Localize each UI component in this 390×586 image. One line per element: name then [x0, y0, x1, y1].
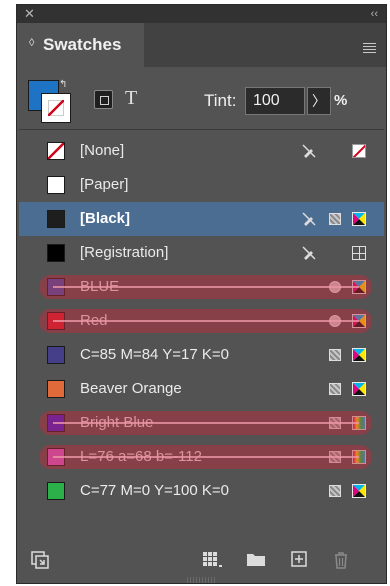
show-swatch-kinds-icon[interactable] [31, 551, 49, 574]
tab-chevron-icon: ◊ [29, 37, 35, 49]
non-editable-icon [301, 143, 317, 159]
tint-percent-label: % [334, 92, 348, 109]
swatch-row[interactable]: [Paper] [19, 168, 384, 202]
swatch-name: [Paper] [80, 176, 129, 193]
swatch-chip [47, 482, 65, 500]
spot-color-icon [327, 279, 343, 295]
swatch-name: C=77 M=0 Y=100 K=0 [80, 482, 230, 499]
cmyk-mode-icon [351, 381, 367, 397]
swatch-chip [47, 278, 65, 296]
cmyk-mode-icon [351, 347, 367, 363]
swatches-panel: ✕ ‹‹ ◊ Swatches ↰ T Tint: 100 〉 % [None]… [16, 4, 387, 584]
panel-titlebar: ✕ ‹‹ [17, 5, 386, 23]
close-icon[interactable]: ✕ [24, 6, 35, 22]
swatch-name: BLUE [80, 278, 120, 295]
lab-mode-icon [351, 449, 367, 465]
stroke-swatch[interactable] [41, 93, 71, 123]
swatch-name: Bright Blue [80, 414, 154, 431]
swatch-name: L=76 a=68 b=-112 [80, 448, 202, 465]
panel-menu-icon[interactable] [363, 43, 376, 53]
formatting-container-button[interactable] [94, 90, 113, 109]
rgb-mode-icon [351, 415, 367, 431]
swatch-row[interactable]: [Black] [19, 202, 384, 236]
swatch-chip [47, 380, 65, 398]
process-color-icon [327, 211, 343, 227]
swatch-chip [47, 414, 65, 432]
swatch-row[interactable]: [Registration] [19, 236, 384, 270]
process-color-icon [327, 415, 343, 431]
stroke-none-icon [48, 100, 64, 116]
non-editable-icon [301, 211, 317, 227]
swatch-name: [Black] [80, 210, 131, 227]
new-color-group-icon[interactable] [202, 551, 224, 574]
resize-grip[interactable] [187, 577, 217, 583]
swatch-name: Beaver Orange [80, 380, 182, 397]
swatch-chip [47, 176, 65, 194]
swatch-chip [47, 346, 65, 364]
spot-color-icon [327, 313, 343, 329]
swatch-chip [47, 448, 65, 466]
formatting-text-button[interactable]: T [125, 87, 137, 110]
cmyk-mode-icon [351, 313, 367, 329]
collapse-panel-icon[interactable]: ‹‹ [371, 6, 378, 22]
swatch-chip [47, 142, 65, 160]
swatch-name: [None] [80, 142, 125, 159]
swatch-name: [Registration] [80, 244, 169, 261]
swatch-name: Red [80, 312, 108, 329]
cmyk-mode-icon [351, 211, 367, 227]
swatch-row[interactable]: [None] [19, 134, 384, 168]
cmyk-mode-icon [351, 483, 367, 499]
swatch-row[interactable]: Beaver Orange [19, 372, 384, 406]
swatch-list: [None] [Paper] [Black] [Registration] BLUE Re… [19, 129, 384, 520]
swatch-row[interactable]: L=76 a=68 b=-112 [19, 440, 384, 474]
swatch-row[interactable]: BLUE [19, 270, 384, 304]
tab-swatches-label: Swatches [43, 35, 122, 54]
folder-icon[interactable] [246, 551, 266, 572]
process-color-icon [327, 483, 343, 499]
tint-input[interactable]: 100 [245, 87, 305, 115]
swatch-row[interactable]: Red [19, 304, 384, 338]
swatch-row[interactable]: C=85 M=84 Y=17 K=0 [19, 338, 384, 372]
swap-fill-stroke-icon[interactable]: ↰ [59, 79, 67, 90]
swatch-row[interactable]: Bright Blue [19, 406, 384, 440]
panel-tabstrip: ◊ Swatches [17, 23, 386, 67]
swatch-chip [47, 244, 65, 262]
tint-slider-button[interactable]: 〉 [307, 87, 331, 115]
swatch-chip [47, 312, 65, 330]
swatch-name: C=85 M=84 Y=17 K=0 [80, 346, 230, 363]
new-swatch-icon[interactable] [291, 551, 307, 572]
none-swatch-icon [351, 143, 367, 159]
tint-label: Tint: [204, 91, 237, 110]
swatch-row[interactable]: C=77 M=0 Y=100 K=0 [19, 474, 384, 508]
registration-mode-icon [351, 245, 367, 261]
process-color-icon [327, 449, 343, 465]
swatch-chip [47, 210, 65, 228]
process-color-icon [327, 347, 343, 363]
process-color-icon [327, 381, 343, 397]
trash-icon[interactable] [333, 551, 349, 574]
swatch-controls: ↰ T Tint: 100 〉 % [17, 67, 386, 125]
cmyk-mode-icon [351, 279, 367, 295]
non-editable-icon [301, 245, 317, 261]
tab-swatches[interactable]: ◊ Swatches [17, 23, 144, 67]
